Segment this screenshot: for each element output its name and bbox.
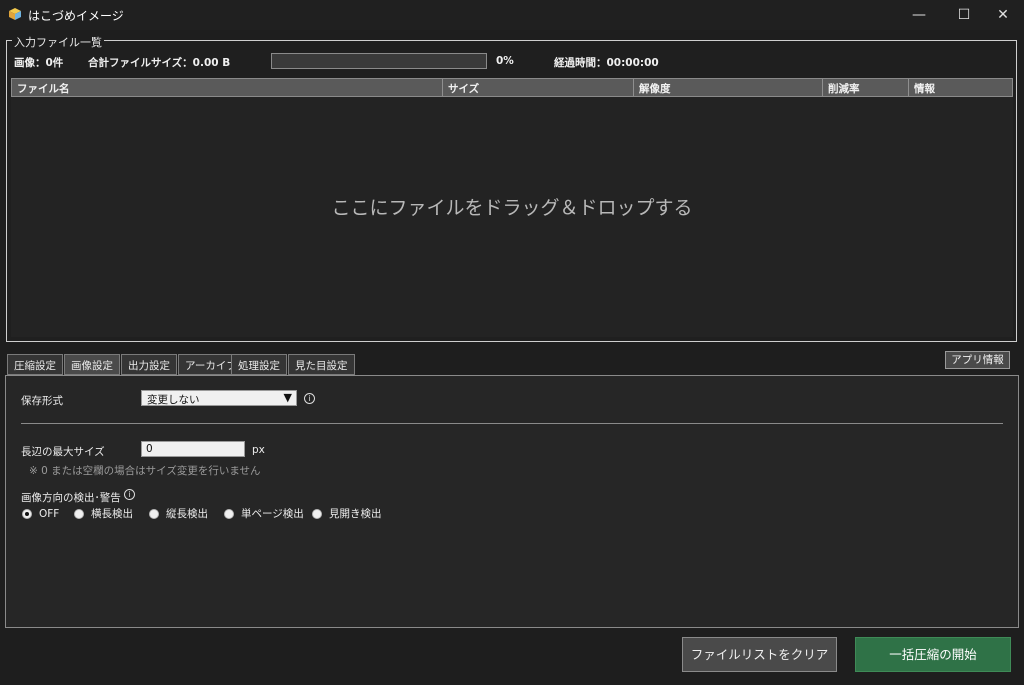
radio-orientation-portrait[interactable]: 縦長検出 xyxy=(149,507,208,520)
radio-icon xyxy=(74,508,84,519)
max-side-unit: px xyxy=(252,444,265,456)
total-file-size: 合計ファイルサイズ：0.00 B xyxy=(88,57,231,69)
progress-percent: 0% xyxy=(496,55,514,67)
radio-label: OFF xyxy=(39,507,60,520)
radio-orientation-single-page[interactable]: 単ページ検出 xyxy=(224,507,304,520)
title-bar: はこづめイメージ — ☐ ✕ xyxy=(0,0,1024,30)
info-icon[interactable]: i xyxy=(304,393,315,404)
radio-label: 見開き検出 xyxy=(329,508,382,520)
column-resolution[interactable]: 解像度 xyxy=(634,79,823,96)
file-list-group-title: 入力ファイル一覧 xyxy=(12,34,104,50)
tab-appearance[interactable]: 見た目設定 xyxy=(288,354,355,375)
max-side-note: ※ 0 または空欄の場合はサイズ変更を行いません xyxy=(29,465,261,477)
save-format-label: 保存形式 xyxy=(21,395,63,407)
box-app-icon xyxy=(9,8,21,20)
close-icon: ✕ xyxy=(997,7,1009,23)
orientation-label: 画像方向の検出･警告 xyxy=(21,492,121,504)
radio-orientation-spread[interactable]: 見開き検出 xyxy=(312,507,382,520)
radio-icon xyxy=(149,508,159,519)
tab-image[interactable]: 画像設定 xyxy=(64,354,120,375)
chevron-down-icon: ▼ xyxy=(283,391,292,404)
info-icon[interactable]: i xyxy=(124,489,135,500)
max-side-label: 長辺の最大サイズ xyxy=(21,446,105,458)
clear-file-list-button[interactable]: ファイルリストをクリア xyxy=(682,637,837,672)
save-format-value: 変更しない xyxy=(147,394,200,406)
radio-orientation-landscape[interactable]: 横長検出 xyxy=(74,507,133,520)
maximize-icon: ☐ xyxy=(957,7,971,23)
section-divider xyxy=(21,423,1003,424)
radio-selected-icon xyxy=(22,508,32,519)
minimize-icon: — xyxy=(912,7,926,23)
image-settings-panel xyxy=(5,375,1019,628)
column-filename[interactable]: ファイル名 xyxy=(12,79,443,96)
save-format-select[interactable]: 変更しない ▼ xyxy=(141,390,297,406)
radio-label: 横長検出 xyxy=(91,508,133,520)
radio-icon xyxy=(312,508,322,519)
radio-icon xyxy=(224,508,234,519)
drop-hint: ここにファイルをドラッグ＆ドロップする xyxy=(331,197,693,219)
progress-bar xyxy=(271,53,487,69)
elapsed-time: 経過時間：00:00:00 xyxy=(554,57,659,69)
max-side-input[interactable]: 0 xyxy=(141,441,245,457)
app-info-button[interactable]: アプリ情報 xyxy=(945,351,1010,369)
image-count: 画像：0件 xyxy=(14,57,64,69)
file-drop-area[interactable]: ここにファイルをドラッグ＆ドロップする xyxy=(11,97,1013,337)
column-info[interactable]: 情報 xyxy=(909,79,1012,96)
radio-label: 単ページ検出 xyxy=(241,508,304,520)
column-reduction[interactable]: 削減率 xyxy=(823,79,909,96)
radio-orientation-off[interactable]: OFF xyxy=(22,507,59,520)
file-table-header: ファイル名 サイズ 解像度 削減率 情報 xyxy=(11,78,1013,97)
column-size[interactable]: サイズ xyxy=(443,79,634,96)
start-batch-compression-button[interactable]: 一括圧縮の開始 xyxy=(855,637,1011,672)
tab-compression[interactable]: 圧縮設定 xyxy=(7,354,63,375)
tab-processing[interactable]: 処理設定 xyxy=(231,354,287,375)
minimize-button[interactable]: — xyxy=(896,0,942,30)
radio-label: 縦長検出 xyxy=(166,508,208,520)
window-title: はこづめイメージ xyxy=(28,9,124,23)
tab-output[interactable]: 出力設定 xyxy=(121,354,177,375)
close-button[interactable]: ✕ xyxy=(980,0,1024,30)
